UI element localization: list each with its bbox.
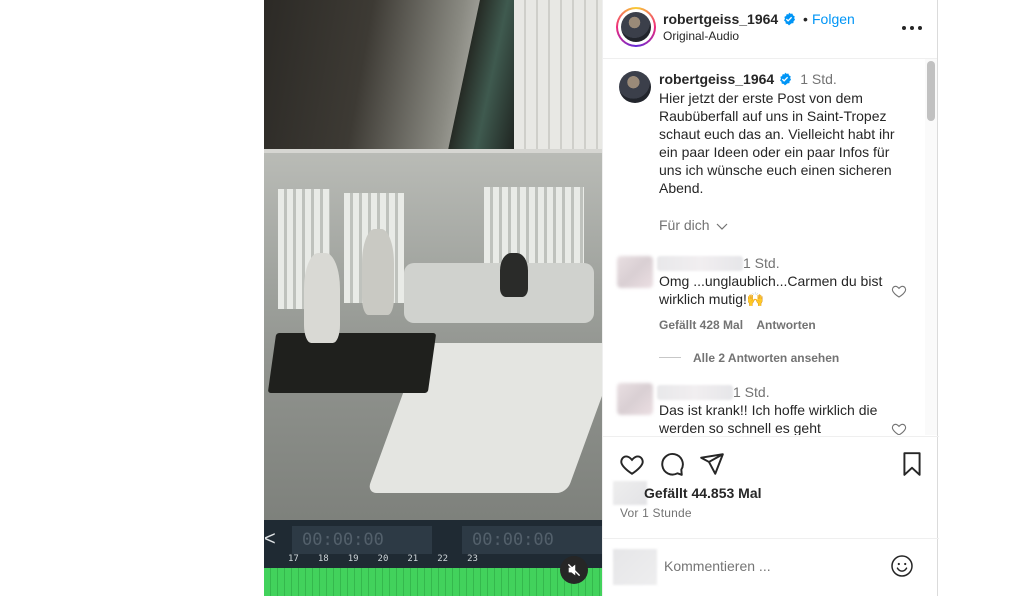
heart-icon[interactable] [891,421,907,435]
comment-username[interactable] [657,385,733,400]
comment-composer [603,538,939,597]
comment-icon[interactable] [659,451,685,477]
comment-input[interactable] [664,558,864,574]
bookmark-icon[interactable] [899,451,925,477]
scrollbar-thumb[interactable] [927,61,935,121]
comment-time: 1 Std. [733,384,770,400]
story-ring[interactable] [616,7,656,47]
likes-count[interactable]: Gefällt 44.853 Mal [644,485,762,501]
comment-text: Omg ...unglaublich...Carmen du bist wirk… [659,273,883,307]
cctv-timeline: < 00:00:00 00:00:00 17 18 19 20 21 22 23 [264,520,602,596]
timeline-scale: 17 18 19 20 21 22 23 [288,554,478,564]
avatar[interactable] [621,12,651,42]
post-dialog: < 00:00:00 00:00:00 17 18 19 20 21 22 23 [264,0,939,597]
comment-likes[interactable]: Gefällt 428 Mal [659,318,743,332]
replies-divider [659,357,681,358]
caption-avatar[interactable] [619,71,651,103]
comment-avatar[interactable] [617,383,653,415]
audio-label[interactable]: Original-Audio [663,29,739,43]
caption-username[interactable]: robertgeiss_1964 1 Std. [659,71,837,87]
emoji-icon[interactable] [890,554,914,578]
more-icon[interactable] [900,20,924,36]
action-bar: Gefällt 44.853 Mal Vor 1 Stunde [603,436,939,547]
timecode-right: 00:00:00 [462,526,602,554]
verified-badge-icon [780,72,792,86]
comment-text: Das ist krank!! Ich hoffe wirklich die w… [659,402,878,435]
heart-icon[interactable] [891,283,907,299]
likers-avatar[interactable] [613,481,647,505]
comments-scrollbar[interactable] [925,59,937,435]
reply-button[interactable]: Antworten [756,318,815,332]
view-replies-button[interactable]: Alle 2 Antworten ansehen [693,351,839,365]
separator-dot: • [803,11,808,27]
post-side-panel: robertgeiss_1964 • Folgen Original-Audio… [602,0,939,597]
comment-avatar[interactable] [617,256,653,288]
timecode-left: 00:00:00 [292,526,432,554]
mute-icon [568,564,580,576]
heart-icon[interactable] [619,451,645,477]
comment-username[interactable] [657,256,743,271]
chevron-down-icon [717,223,728,230]
caption-text: Hier jetzt der erste Post von dem Raubüb… [659,90,895,196]
share-icon[interactable] [699,451,725,477]
camera-view-bottom [264,153,602,528]
caption-time: 1 Std. [800,71,837,87]
mute-button[interactable] [560,556,588,584]
follow-button[interactable]: Folgen [812,11,855,27]
header-username[interactable]: robertgeiss_1964 [663,11,796,27]
comment-meta: Gefällt 428 Mal Antworten [659,318,816,332]
video-player[interactable]: < 00:00:00 00:00:00 17 18 19 20 21 22 23 [264,0,602,596]
for-you-link[interactable]: Für dich [659,217,728,233]
verified-badge-icon [784,12,796,26]
arrow-left-icon: < [264,528,276,550]
post-header: robertgeiss_1964 • Folgen Original-Audio [603,0,937,59]
comments-section[interactable]: robertgeiss_1964 1 Std. Hier jetzt der er… [603,59,939,435]
comment-time: 1 Std. [743,255,780,271]
avatar [613,549,657,585]
camera-view-top [264,0,602,150]
post-time[interactable]: Vor 1 Stunde [620,506,692,520]
